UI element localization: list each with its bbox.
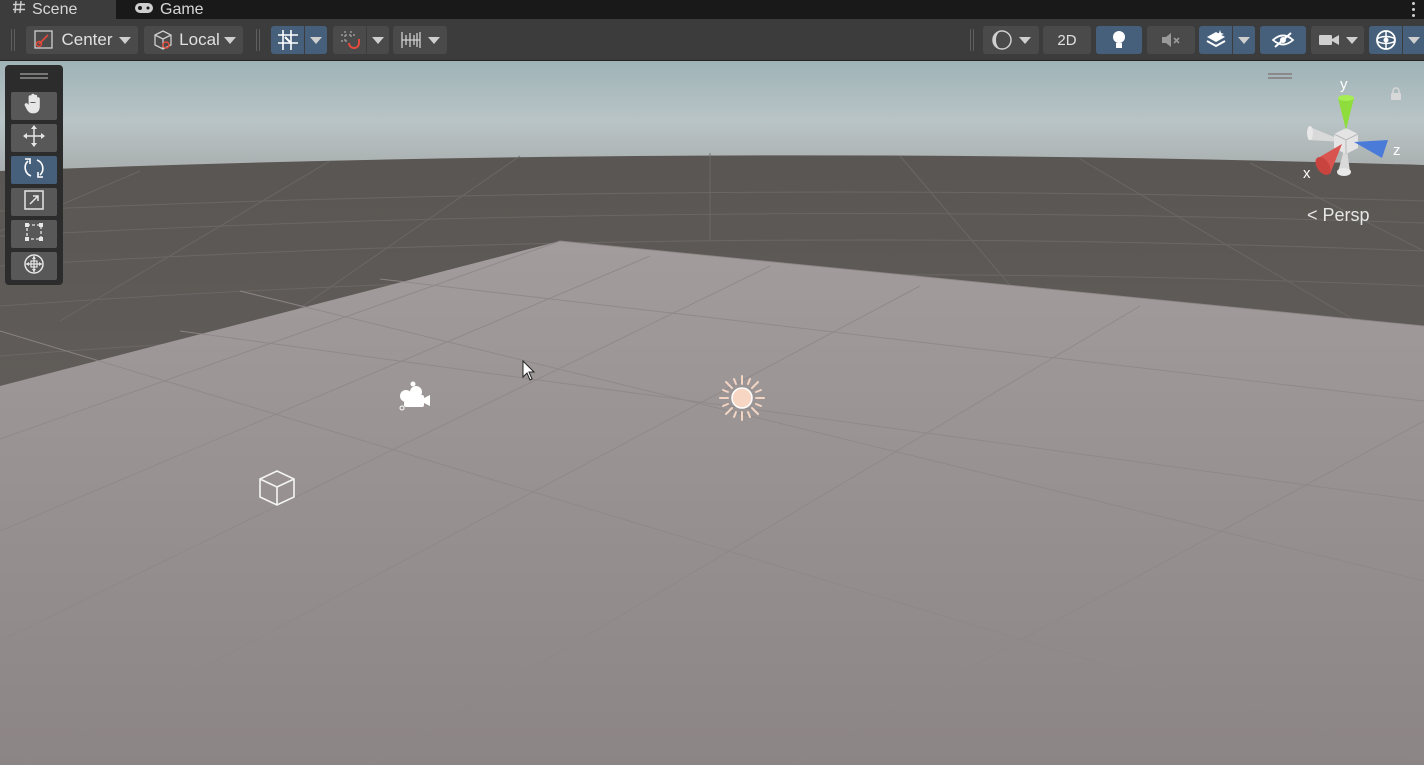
gizmos-dropdown[interactable]: [1403, 26, 1424, 54]
eye-hidden-icon: [1271, 30, 1295, 50]
scene-toolbar: Center Local 2D: [0, 19, 1424, 61]
gizmo-y-cone[interactable]: [1338, 98, 1354, 130]
transform-tool[interactable]: [11, 252, 57, 280]
gizmo-x-label: x: [1303, 165, 1311, 182]
chevron-left-icon: <: [1307, 205, 1318, 225]
cube-local-icon: [151, 28, 175, 52]
chevron-down-icon: [310, 36, 322, 44]
scale-tool[interactable]: [11, 188, 57, 216]
gizmo-z-label: z: [1393, 142, 1401, 159]
tool-palette: [5, 65, 63, 285]
pivot-mode-dropdown[interactable]: Center: [26, 26, 138, 54]
mouse-cursor-icon: [521, 359, 537, 387]
chevron-down-icon: [1345, 36, 1358, 44]
gizmo-y-label: y: [1340, 76, 1348, 93]
palette-drag-handle[interactable]: [20, 73, 48, 79]
scene-camera-dropdown[interactable]: [1311, 26, 1364, 54]
move-tool[interactable]: [11, 124, 57, 152]
cube-wireframe-icon[interactable]: [258, 468, 296, 513]
scene-background: [0, 61, 1424, 765]
projection-toggle[interactable]: < Persp: [1307, 205, 1370, 226]
rect-tool[interactable]: [11, 220, 57, 248]
tab-scene[interactable]: Scene: [0, 0, 116, 19]
grid-snap-dropdown[interactable]: [305, 26, 327, 54]
2d-mode-toggle[interactable]: 2D: [1043, 26, 1091, 54]
chevron-down-icon: [223, 36, 236, 44]
shading-sphere-icon: [991, 29, 1013, 51]
draw-mode-dropdown[interactable]: [983, 26, 1039, 54]
chevron-down-icon: [1407, 36, 1420, 44]
ruler-snap-dropdown[interactable]: [393, 26, 447, 54]
gamepad-icon: [134, 1, 154, 19]
chevron-down-icon: [118, 36, 131, 44]
ruler-icon: [400, 30, 422, 50]
increment-snap-toggle[interactable]: [333, 26, 366, 54]
toolbar-grip[interactable]: [970, 29, 974, 51]
rect-transform-icon: [23, 221, 45, 248]
tab-game[interactable]: Game: [122, 0, 232, 19]
rotate-tool[interactable]: [11, 156, 57, 184]
video-camera-icon: [1318, 32, 1340, 48]
increment-snap-icon: [339, 29, 361, 51]
scene-visibility-toggle[interactable]: [1260, 26, 1306, 54]
2d-mode-label: 2D: [1057, 31, 1077, 49]
scale-icon: [23, 189, 45, 216]
sun-light-icon[interactable]: [718, 374, 766, 427]
gizmo-drag-handle[interactable]: [1268, 73, 1292, 79]
pivot-rotation-label: Local: [179, 30, 220, 49]
toolbar-grip[interactable]: [256, 29, 260, 51]
effects-layers-icon: [1205, 29, 1227, 51]
audio-toggle[interactable]: [1147, 26, 1195, 54]
chevron-down-icon: [372, 36, 384, 44]
tab-game-label: Game: [160, 0, 204, 18]
lightbulb-icon: [1111, 29, 1127, 51]
toolbar-grip[interactable]: [11, 29, 15, 51]
hand-icon: [23, 93, 45, 120]
scene-lighting-toggle[interactable]: [1096, 26, 1142, 54]
rotate-icon: [22, 156, 46, 185]
tab-scene-label: Scene: [32, 0, 78, 18]
tab-bar: Scene Game: [0, 0, 1424, 19]
gizmo-z-cone[interactable]: [1354, 140, 1388, 158]
scene-viewport[interactable]: [0, 61, 1424, 765]
increment-snap-dropdown[interactable]: [367, 26, 389, 54]
orientation-gizmo[interactable]: y x z: [1296, 72, 1414, 188]
grid-snap-icon: [277, 29, 299, 51]
more-options-icon[interactable]: [1410, 0, 1416, 19]
pivot-rotation-dropdown[interactable]: Local: [144, 26, 243, 54]
hand-tool[interactable]: [11, 92, 57, 120]
projection-label: Persp: [1322, 205, 1370, 225]
chevron-down-icon: [428, 36, 440, 44]
transform-icon: [22, 252, 46, 281]
gizmo-globe-icon: [1374, 28, 1398, 52]
speaker-muted-icon: [1160, 30, 1182, 50]
pivot-icon: [33, 29, 55, 51]
effects-dropdown[interactable]: [1233, 26, 1255, 54]
effects-toggle[interactable]: [1199, 26, 1232, 54]
move-arrows-icon: [22, 124, 46, 153]
gizmos-toggle[interactable]: [1369, 26, 1402, 54]
grid-snap-toggle[interactable]: [271, 26, 304, 54]
pivot-mode-label: Center: [61, 30, 113, 49]
chevron-down-icon: [1238, 36, 1250, 44]
chevron-down-icon: [1019, 36, 1031, 44]
camera-gizmo-icon[interactable]: [398, 380, 432, 417]
grid-hash-icon: [12, 0, 26, 19]
